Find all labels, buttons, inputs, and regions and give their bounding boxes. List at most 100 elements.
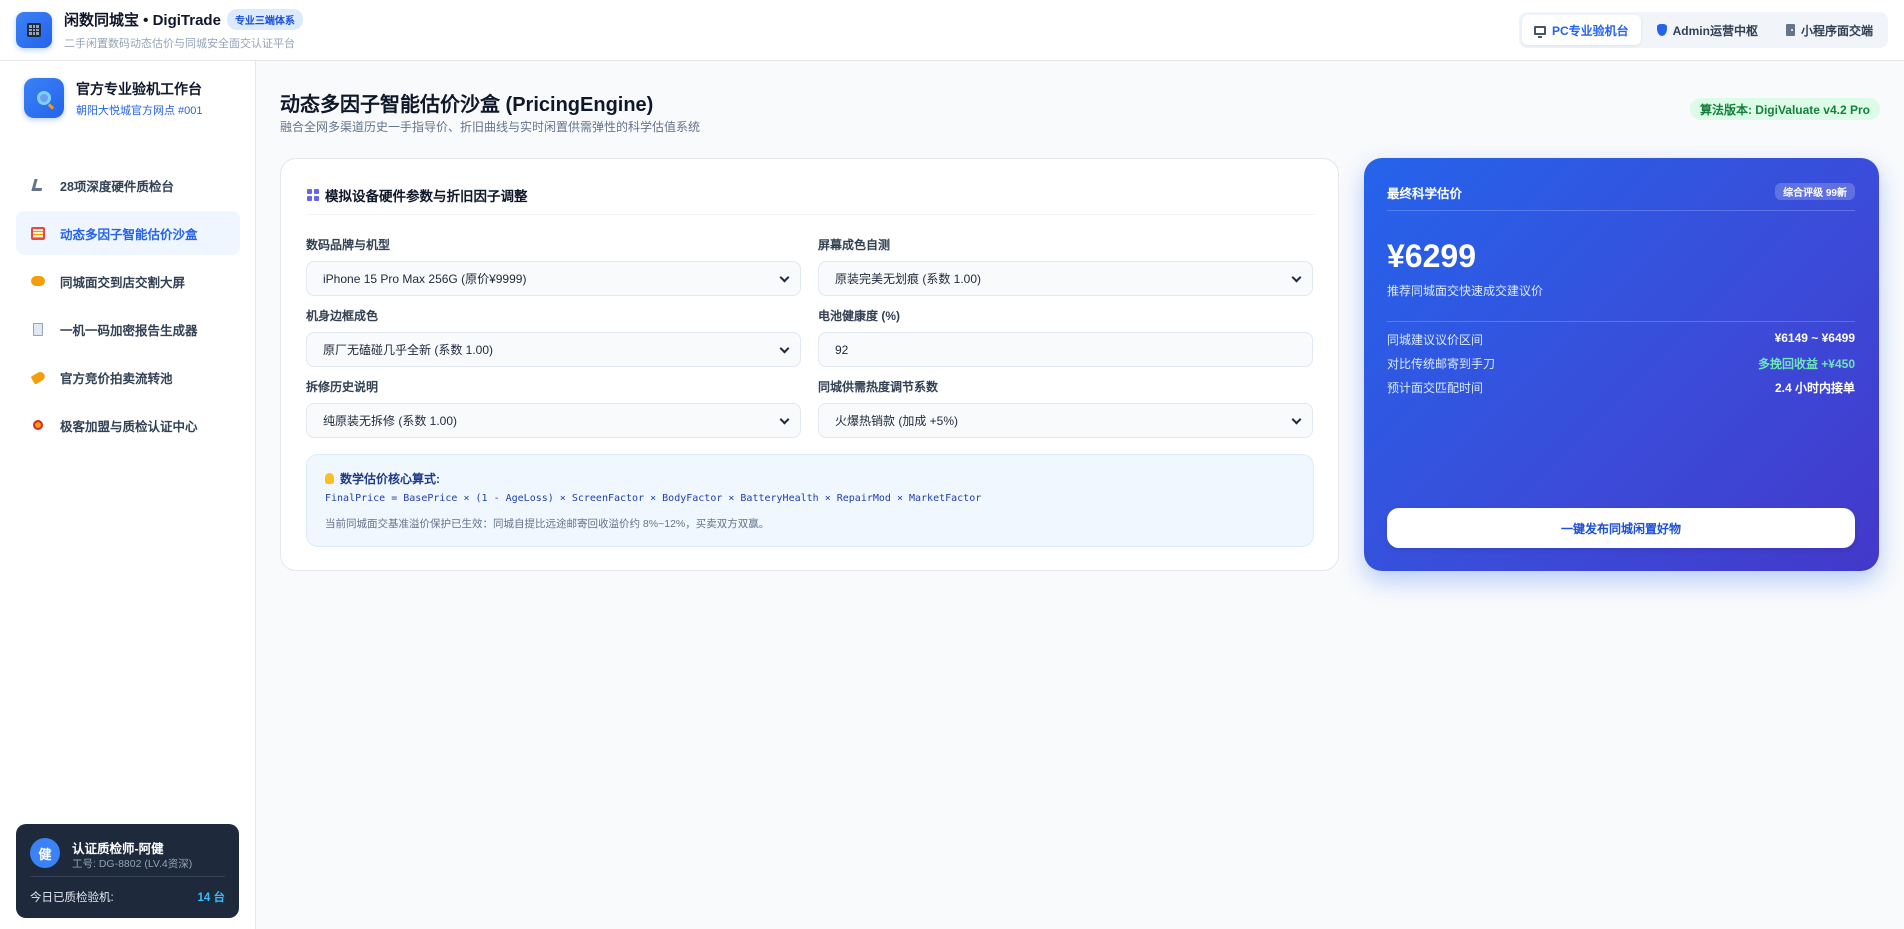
repair-select[interactable]: 纯原装无拆修 (系数 1.00) <box>306 403 801 438</box>
body-select[interactable]: 原厂无磕碰几乎全新 (系数 1.00) <box>306 332 801 367</box>
brand-subtitle: 二手闲置数码动态估价与同城安全面交认证平台 <box>64 38 295 50</box>
repair-field: 拆修历史说明 纯原装无拆修 (系数 1.00) <box>306 378 801 438</box>
price-range-value: ¥6149 ~ ¥6499 <box>1774 331 1855 345</box>
formula-code: FinalPrice = BasePrice × (1 - AgeLoss) ×… <box>325 493 982 504</box>
sidebar-item-inspection[interactable]: 28项深度硬件质检台 <box>16 163 240 207</box>
body-select-value: 原厂无磕碰几乎全新 (系数 1.00) <box>323 343 494 357</box>
price-range-label: 同城建议议价区间 <box>1387 333 1484 347</box>
mode-admin-label: Admin运营中枢 <box>1672 23 1758 38</box>
market-select-value: 火爆热销款 (加成 +5%) <box>835 414 959 428</box>
avatar: 健 <box>30 838 60 868</box>
market-select[interactable]: 火爆热销款 (加成 +5%) <box>818 403 1313 438</box>
mode-miniapp-button[interactable]: 小程序面交端 <box>1774 15 1885 45</box>
sidebar: 官方专业验机工作台 朝阳大悦城官方网点 #001 28项深度硬件质检台 动态多因… <box>0 61 256 929</box>
chevron-down-icon <box>779 272 790 283</box>
extra-gain-row: 对比传统邮寄到手刀 多挽回收益 +¥450 <box>1387 355 1855 372</box>
sidebar-item-label: 官方竞价拍卖流转池 <box>60 371 173 386</box>
screen-select[interactable]: 原装完美无划痕 (系数 1.00) <box>818 261 1313 296</box>
monitor-icon <box>1533 25 1546 38</box>
workspace-header: 官方专业验机工作台 朝阳大悦城官方网点 #001 <box>24 78 203 118</box>
inspector-id: 工号: DG-8802 (LV.4资深) <box>72 858 193 870</box>
formula-note: 当前同城面交基准溢价保护已生效：同城自提比远途邮寄回收溢价约 8%~12%，买卖… <box>325 518 770 530</box>
divider <box>1387 210 1855 211</box>
sidebar-item-label: 同城面交到店交割大屏 <box>60 275 186 290</box>
price-card-title: 最终科学估价 <box>1387 187 1463 201</box>
battery-label: 电池健康度 (%) <box>818 309 900 323</box>
page-title: 动态多因子智能估价沙盒 (PricingEngine) <box>280 94 654 116</box>
chevron-down-icon <box>779 414 790 425</box>
workspace-subtitle: 朝阳大悦城官方网点 #001 <box>76 104 203 117</box>
final-price: ¥6299 <box>1387 238 1476 274</box>
brand-block: 闲数同城宝 • DigiTrade 专业三端体系 二手闲置数码动态估价与同城安全… <box>64 9 303 51</box>
body-label: 机身边框成色 <box>306 309 379 323</box>
match-time-row: 预计面交匹配时间 2.4 小时内接单 <box>1387 379 1855 396</box>
parameter-card-title: 模拟设备硬件参数与折旧因子调整 <box>307 185 528 205</box>
formula-box: 数学估价核心算式: FinalPrice = BasePrice × (1 - … <box>306 454 1314 547</box>
parameter-card-title-text: 模拟设备硬件参数与折旧因子调整 <box>325 189 528 204</box>
shield-icon <box>1656 24 1667 36</box>
screen-field: 屏幕成色自测 原装完美无划痕 (系数 1.00) <box>818 236 1313 296</box>
sidebar-item-report[interactable]: 一机一码加密报告生成器 <box>16 307 240 351</box>
screen-select-value: 原装完美无划痕 (系数 1.00) <box>835 272 982 286</box>
handshake-icon <box>30 273 46 289</box>
repair-label: 拆修历史说明 <box>306 380 379 394</box>
document-icon <box>30 321 46 337</box>
sidebar-item-pricing[interactable]: 动态多因子智能估价沙盒 <box>16 211 240 255</box>
divider <box>307 214 1315 215</box>
body-field: 机身边框成色 原厂无磕碰几乎全新 (系数 1.00) <box>306 307 801 367</box>
sidebar-item-label: 28项深度硬件质检台 <box>60 179 174 194</box>
sidebar-item-handover[interactable]: 同城面交到店交割大屏 <box>16 259 240 303</box>
screen-label: 屏幕成色自测 <box>818 238 891 252</box>
mode-pc-button[interactable]: PC专业验机台 <box>1521 15 1641 45</box>
chevron-down-icon <box>1291 414 1302 425</box>
card-divider <box>30 876 225 877</box>
mode-admin-button[interactable]: Admin运营中枢 <box>1645 15 1770 45</box>
inspection-count-value: 14 台 <box>197 892 226 904</box>
sidebar-item-certification[interactable]: 极客加盟与质检认证中心 <box>16 403 240 447</box>
price-hint: 推荐同城面交快速成交建议价 <box>1387 284 1544 298</box>
brand-title: 闲数同城宝 • DigiTrade <box>64 12 221 29</box>
brand-badge: 专业三端体系 <box>226 9 303 30</box>
magnifier-icon <box>24 78 64 118</box>
model-label: 数码品牌与机型 <box>306 238 391 252</box>
tag-icon <box>30 369 46 385</box>
medal-icon <box>30 417 46 433</box>
inspector-name: 认证质检师-阿健 <box>72 842 164 856</box>
page-subtitle: 融合全网多渠道历史一手指导价、折旧曲线与实时闲置供需弹性的科学估值系统 <box>280 120 701 134</box>
grid-icon <box>307 189 319 201</box>
algorithm-version-badge: 算法版本: DigiValuate v4.2 Pro <box>1689 98 1880 120</box>
market-field: 同城供需热度调节系数 火爆热销款 (加成 +5%) <box>818 378 1313 438</box>
mode-pc-label: PC专业验机台 <box>1551 23 1629 38</box>
chevron-down-icon <box>1291 272 1302 283</box>
model-select-value: iPhone 15 Pro Max 256G (原价¥9999) <box>323 272 527 286</box>
battery-field: 电池健康度 (%) 92 <box>818 307 1313 367</box>
app-logo-icon <box>16 12 52 48</box>
inspector-card: 健 认证质检师-阿健 工号: DG-8802 (LV.4资深) 今日已质检验机:… <box>16 824 239 918</box>
price-result-card: 最终科学估价 综合评级 99新 ¥6299 推荐同城面交快速成交建议价 同城建议… <box>1364 158 1879 571</box>
model-field: 数码品牌与机型 iPhone 15 Pro Max 256G (原价¥9999) <box>306 236 801 296</box>
ledger-icon <box>30 225 46 241</box>
model-select[interactable]: iPhone 15 Pro Max 256G (原价¥9999) <box>306 261 801 296</box>
battery-input[interactable]: 92 <box>818 332 1313 367</box>
inspection-count-label: 今日已质检验机: <box>30 892 114 904</box>
publish-button[interactable]: 一键发布同城闲置好物 <box>1387 508 1855 548</box>
sidebar-item-label: 动态多因子智能估价沙盒 <box>60 227 198 242</box>
sidebar-item-label: 极客加盟与质检认证中心 <box>60 419 198 434</box>
market-label: 同城供需热度调节系数 <box>818 380 939 394</box>
sidebar-item-label: 一机一码加密报告生成器 <box>60 323 198 338</box>
repair-select-value: 纯原装无拆修 (系数 1.00) <box>323 414 458 428</box>
sidebar-item-auction[interactable]: 官方竞价拍卖流转池 <box>16 355 240 399</box>
mode-switch: PC专业验机台 Admin运营中枢 小程序面交端 <box>1518 12 1888 48</box>
parameter-card: 模拟设备硬件参数与折旧因子调整 数码品牌与机型 iPhone 15 Pro Ma… <box>280 158 1339 571</box>
formula-title: 数学估价核心算式: <box>325 470 440 487</box>
door-icon <box>1785 24 1795 36</box>
divider <box>1387 321 1855 322</box>
top-header: 闲数同城宝 • DigiTrade 专业三端体系 二手闲置数码动态估价与同城安全… <box>0 0 1904 61</box>
price-range-row: 同城建议议价区间 ¥6149 ~ ¥6499 <box>1387 331 1855 348</box>
workspace-title: 官方专业验机工作台 <box>76 80 202 97</box>
chevron-down-icon <box>779 343 790 354</box>
formula-title-text: 数学估价核心算式: <box>340 472 440 486</box>
mode-miniapp-label: 小程序面交端 <box>1800 23 1873 38</box>
match-time-label: 预计面交匹配时间 <box>1387 381 1484 395</box>
microscope-icon <box>30 177 46 193</box>
